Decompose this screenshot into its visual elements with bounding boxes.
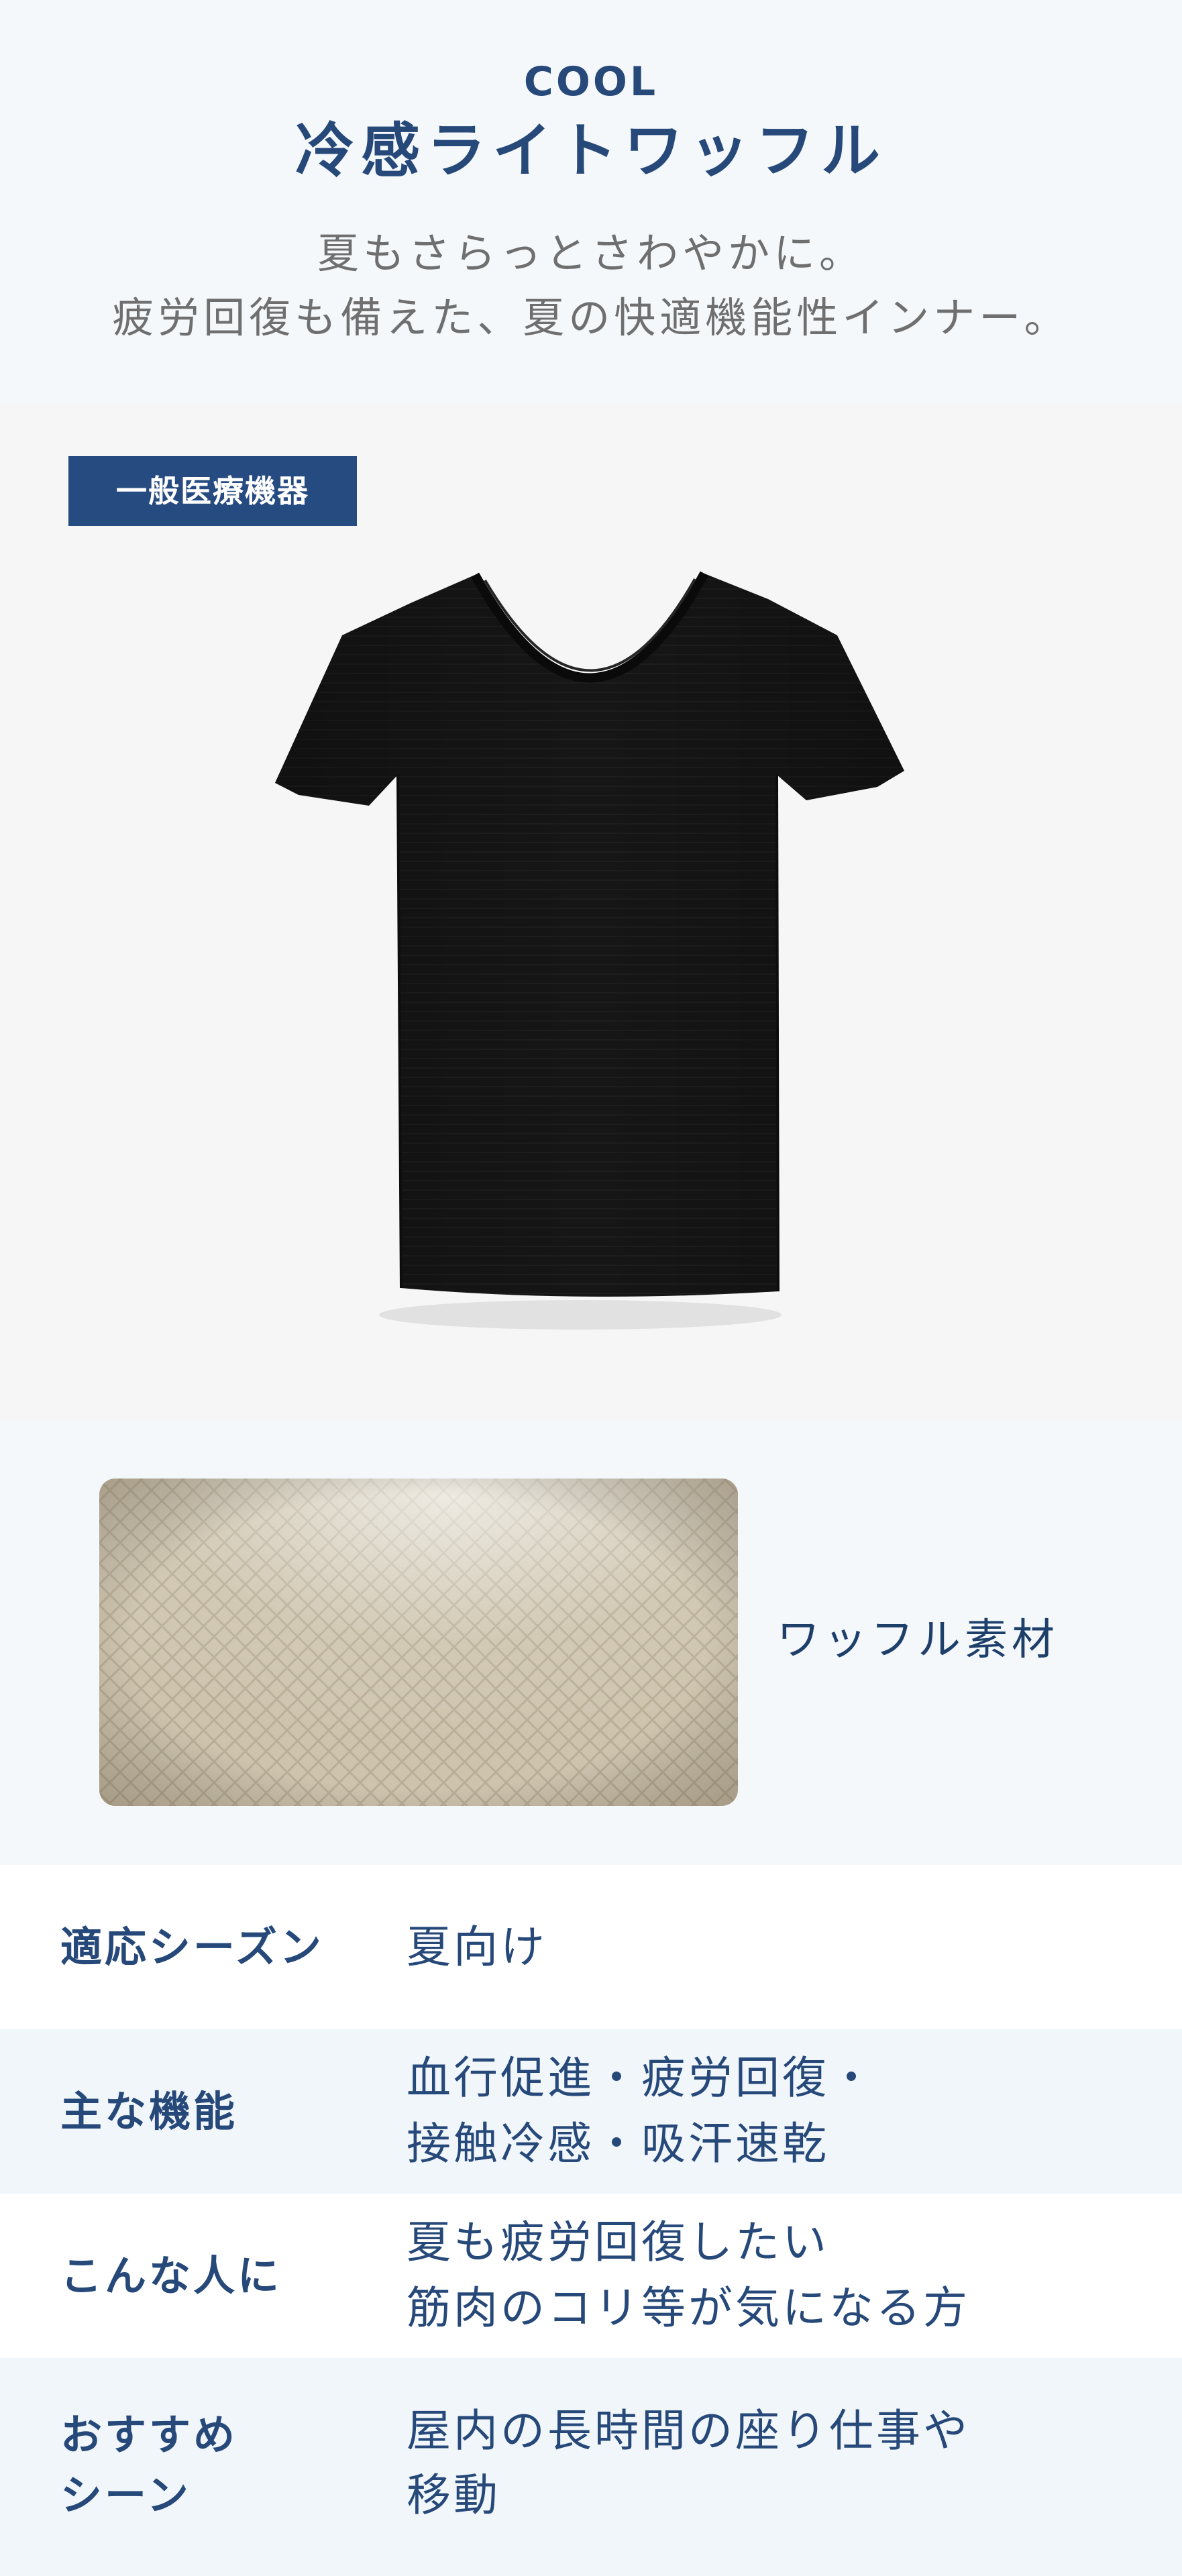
spec-key-scene-line-2: シーン [60, 2471, 191, 2520]
spec-row-scene: おすすめ シーン 屋内の長時間の座り仕事や 移動 [0, 2358, 1182, 2576]
product-feature-page: COOL 冷感ライトワッフル 夏もさらっとさわやかに。 疲労回復も備えた、夏の快… [0, 0, 1182, 2576]
medical-device-badge: 一般医療機器 [68, 456, 357, 526]
category-eyebrow: COOL [523, 58, 659, 105]
black-vneck-tshirt-image [275, 571, 904, 1330]
spec-row-functions: 主な機能 血行促進・疲労回復・ 接触冷感・吸汗速乾 [0, 2029, 1182, 2194]
spec-value-target-line-1: 夏も疲労回復したい [407, 2216, 829, 2268]
material-section: ワッフル素材 [0, 1422, 1182, 1865]
subtitle-line-1: 夏もさらっとさわやかに。 [317, 229, 865, 278]
spec-table: 適応シーズン 夏向け 主な機能 血行促進・疲労回復・ 接触冷感・吸汗速乾 こんな… [0, 1865, 1182, 2576]
spec-row-target: こんな人に 夏も疲労回復したい 筋肉のコリ等が気になる方 [0, 2194, 1182, 2358]
spec-value-functions-line-2: 接触冷感・吸汗速乾 [407, 2118, 829, 2169]
spec-row-season: 適応シーズン 夏向け [0, 1865, 1182, 2029]
spec-value-functions-line-1: 血行促進・疲労回復・ [407, 2052, 876, 2104]
spec-key-season: 適応シーズン [60, 1923, 324, 1972]
spec-key-functions: 主な機能 [60, 2087, 238, 2136]
spec-value-scene-line-2: 移動 [407, 2469, 500, 2521]
subtitle-line-2: 疲労回復も備えた、夏の快適機能性インナー。 [112, 293, 1070, 342]
product-image-area: 一般医療機器 [0, 402, 1182, 1422]
product-subtitle: 夏もさらっとさわやかに。 疲労回復も備えた、夏の快適機能性インナー。 [0, 221, 1182, 350]
product-title: 冷感ライトワッフル [294, 116, 887, 185]
waffle-fabric-swatch-image [99, 1479, 738, 1806]
product-header: COOL 冷感ライトワッフル 夏もさらっとさわやかに。 疲労回復も備えた、夏の快… [0, 0, 1182, 402]
spec-value-season: 夏向け [407, 1921, 547, 1973]
spec-value-scene-line-1: 屋内の長時間の座り仕事や [407, 2405, 970, 2457]
material-label: ワッフル素材 [777, 1615, 1059, 1665]
spec-key-scene-line-1: おすすめ [60, 2410, 238, 2459]
spec-value-target-line-2: 筋肉のコリ等が気になる方 [407, 2282, 970, 2334]
spec-key-target: こんな人に [60, 2251, 282, 2300]
